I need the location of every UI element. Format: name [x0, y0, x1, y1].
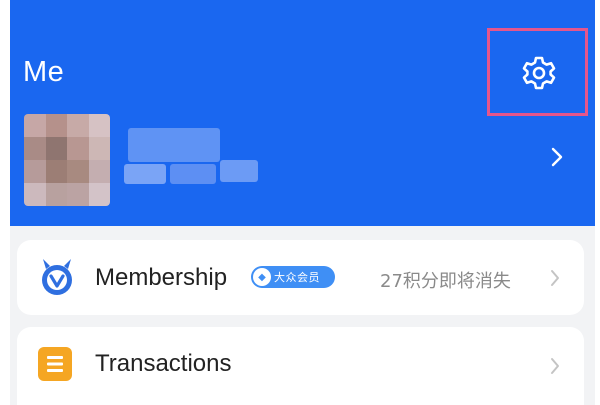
avatar[interactable]	[24, 114, 110, 206]
profile-header: Me	[10, 0, 595, 226]
transactions-label: Transactions	[95, 350, 232, 377]
settings-button[interactable]	[487, 28, 588, 116]
membership-medal-icon	[42, 259, 72, 295]
profile-name-blurred[interactable]	[110, 120, 410, 200]
transactions-row[interactable]: Transactions	[17, 327, 584, 405]
membership-row[interactable]: Membership ◆ 大众会员 27积分即将消失	[17, 240, 584, 315]
gear-icon	[522, 56, 556, 90]
left-edge	[0, 0, 10, 405]
chevron-right-icon	[551, 270, 559, 286]
member-level-badge: ◆ 大众会员	[251, 266, 335, 288]
points-expiring-text: 27积分即将消失	[380, 271, 511, 292]
page-title: Me	[23, 56, 65, 88]
diamond-icon: ◆	[253, 268, 271, 286]
transactions-list-icon	[38, 347, 72, 381]
chevron-right-icon	[551, 358, 559, 374]
membership-label: Membership	[95, 264, 228, 291]
right-edge	[595, 0, 600, 405]
chevron-right-icon[interactable]	[550, 146, 564, 168]
